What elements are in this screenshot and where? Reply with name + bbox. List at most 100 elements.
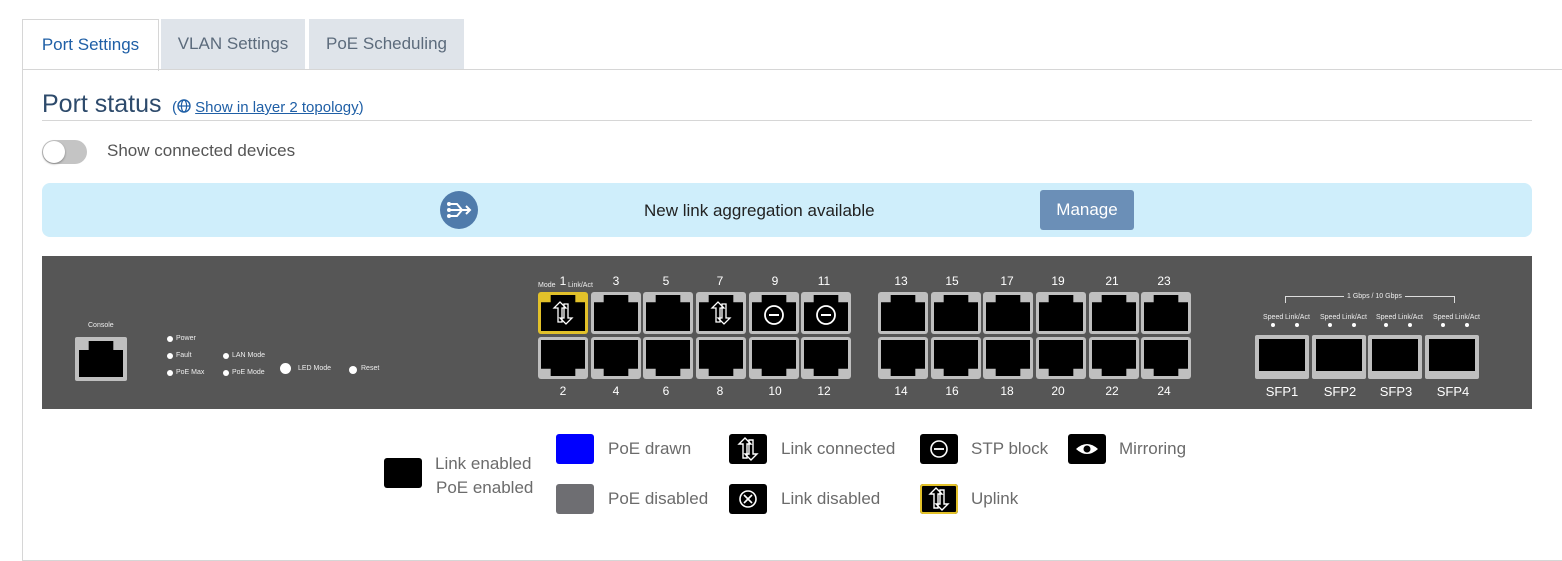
port-socket (1144, 295, 1188, 331)
port-17[interactable] (983, 292, 1033, 334)
port-number-label: 15 (945, 274, 959, 288)
port-number-label: 13 (894, 274, 908, 288)
sfp-speed-led-label: Speed (1376, 314, 1397, 321)
lan-mode-led (223, 353, 229, 359)
port-24[interactable] (1141, 337, 1191, 379)
sfp-speed-led (1384, 323, 1388, 327)
sfp-port-3[interactable] (1368, 335, 1422, 379)
port-16[interactable] (931, 337, 981, 379)
sfp-port-1[interactable] (1255, 335, 1309, 379)
paren-close: ) (358, 99, 364, 116)
port-5[interactable] (643, 292, 693, 334)
port-socket (1092, 295, 1136, 331)
poe-mode-led (223, 370, 229, 376)
banner-message: New link aggregation available (644, 201, 875, 220)
port-number-label: 6 (662, 384, 670, 398)
port-number-label: 16 (945, 384, 959, 398)
port-socket (804, 340, 848, 376)
reset-button[interactable] (349, 366, 357, 374)
link-connected-icon (729, 434, 767, 464)
sfp-link-led-label: Link/Act (1398, 314, 1423, 321)
manage-button[interactable]: Manage (1040, 190, 1134, 230)
port-number-label: 2 (559, 384, 567, 398)
poe-mode-led-label: PoE Mode (232, 369, 265, 376)
sfp-socket (1259, 339, 1305, 371)
port-8[interactable] (696, 337, 746, 379)
page-title: Port status (42, 90, 162, 118)
port-20[interactable] (1036, 337, 1086, 379)
port-9[interactable] (749, 292, 799, 334)
port-13[interactable] (878, 292, 928, 334)
port-23[interactable] (1141, 292, 1191, 334)
legend-link-disabled-label: Link disabled (781, 489, 881, 508)
port-socket (1144, 340, 1188, 376)
reset-label: Reset (361, 365, 380, 372)
console-label: Console (88, 322, 114, 329)
mirroring-eye-icon (1068, 434, 1106, 464)
port-number-label: 8 (716, 384, 724, 398)
led-mode-button[interactable] (280, 363, 291, 374)
link-disabled-icon (729, 484, 767, 514)
port-21[interactable] (1089, 292, 1139, 334)
sfp-label: SFP2 (1323, 384, 1357, 399)
port-3[interactable] (591, 292, 641, 334)
port-1[interactable] (538, 292, 588, 334)
port-socket (881, 295, 925, 331)
port-15[interactable] (931, 292, 981, 334)
sfp-link-led (1465, 323, 1469, 327)
topology-link-label[interactable]: Show in layer 2 topology (195, 99, 358, 116)
port-6[interactable] (643, 337, 693, 379)
sfp-speed-header: 1 Gbps / 10 Gbps (1344, 293, 1405, 300)
port-7[interactable] (696, 292, 746, 334)
port-number-label: 21 (1105, 274, 1119, 288)
console-port[interactable] (75, 337, 127, 381)
toggle-knob (43, 141, 65, 163)
sfp-speed-led-label: Speed (1433, 314, 1454, 321)
port-18[interactable] (983, 337, 1033, 379)
port-22[interactable] (1089, 337, 1139, 379)
port-4[interactable] (591, 337, 641, 379)
show-connected-devices-toggle[interactable] (42, 140, 87, 164)
port-number-label: 4 (612, 384, 620, 398)
title-divider (42, 120, 1532, 121)
sfp-socket (1429, 339, 1475, 371)
port-number-label: 19 (1051, 274, 1065, 288)
port-socket (986, 340, 1030, 376)
sfp-speed-led (1328, 323, 1332, 327)
port-2[interactable] (538, 337, 588, 379)
legend-poe-enabled-label: PoE enabled (436, 478, 534, 497)
legend-link-connected-label: Link connected (781, 439, 896, 458)
tab-port-settings[interactable]: Port Settings (22, 19, 159, 71)
port-19[interactable] (1036, 292, 1086, 334)
sfp-port-4[interactable] (1425, 335, 1479, 379)
legend-poe-drawn-swatch (556, 434, 594, 464)
port-number-label: 12 (817, 384, 831, 398)
legend-link-enabled-label: Link enabled (435, 454, 532, 473)
sfp-link-led (1352, 323, 1356, 327)
link-aggregation-banner: New link aggregation available Manage (42, 183, 1532, 237)
sfp-socket (1372, 339, 1418, 371)
tab-poe-scheduling[interactable]: PoE Scheduling (309, 19, 464, 69)
tab-vlan-settings[interactable]: VLAN Settings (161, 19, 305, 69)
port-socket (646, 295, 690, 331)
sfp-port-2[interactable] (1312, 335, 1366, 379)
port-14[interactable] (878, 337, 928, 379)
port-number-label: 9 (771, 274, 779, 288)
port-socket (934, 340, 978, 376)
port-socket (646, 340, 690, 376)
power-led (167, 336, 173, 342)
sfp-link-led-label: Link/Act (1342, 314, 1367, 321)
port-12[interactable] (801, 337, 851, 379)
fault-led (167, 353, 173, 359)
sfp-link-led (1408, 323, 1412, 327)
sfp-speed-led-label: Speed (1263, 314, 1284, 321)
port-11[interactable] (801, 292, 851, 334)
poe-max-led (167, 370, 173, 376)
sfp-speed-led-label: Speed (1320, 314, 1341, 321)
sfp-speed-led (1271, 323, 1275, 327)
port-socket (752, 340, 796, 376)
topology-link[interactable]: ( Show in layer 2 topology) (172, 99, 364, 116)
port-number-label: 17 (1000, 274, 1014, 288)
port-10[interactable] (749, 337, 799, 379)
legend-uplink-label: Uplink (971, 489, 1019, 508)
